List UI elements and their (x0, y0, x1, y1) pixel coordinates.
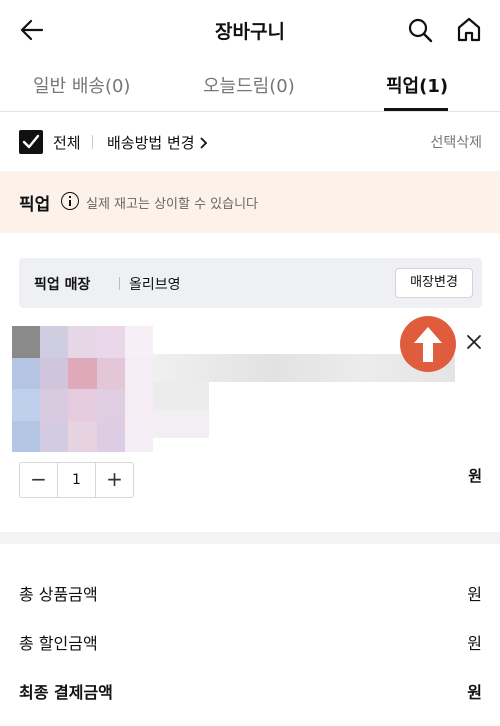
home-icon[interactable] (455, 15, 483, 43)
section-divider (0, 532, 500, 544)
close-icon[interactable] (465, 333, 483, 351)
delete-selected-button[interactable]: 선택삭제 (430, 132, 482, 152)
pickup-store-box: 픽업 매장 올리브영 매장변경 (19, 258, 482, 308)
select-all-label[interactable]: 전체 (53, 132, 81, 153)
total-discount-value: 원 (467, 634, 482, 653)
total-discount-label: 총 할인금액 (19, 634, 98, 653)
quantity-value[interactable]: 1 (58, 463, 95, 497)
pickup-store-label: 픽업 매장 (34, 277, 91, 293)
total-product-value: 원 (467, 585, 482, 604)
tab-today-delivery[interactable]: 오늘드림(0) (203, 72, 295, 98)
check-icon (22, 134, 40, 149)
change-store-button[interactable]: 매장변경 (395, 268, 473, 298)
pickup-notice-text: 실제 재고는 상이할 수 있습니다 (86, 197, 259, 212)
tab-standard-delivery[interactable]: 일반 배송(0) (33, 72, 130, 98)
final-payment-row: 최종 결제금액 원 (0, 679, 500, 709)
active-tab-indicator (384, 108, 448, 111)
increase-quantity-button[interactable]: + (95, 463, 133, 497)
chevron-right-icon[interactable] (199, 135, 209, 154)
total-discount-row: 총 할인금액 원 (0, 630, 500, 660)
divider (92, 135, 93, 149)
final-payment-label: 최종 결제금액 (19, 683, 113, 702)
select-all-checkbox[interactable] (19, 130, 43, 154)
app-header: 장바구니 (0, 0, 500, 60)
shipping-method-change-link[interactable]: 배송방법 변경 (107, 132, 195, 153)
quantity-stepper: − 1 + (19, 462, 134, 498)
tab-pickup[interactable]: 픽업(1) (386, 72, 448, 98)
delivery-tabs: 일반 배송(0) 오늘드림(0) 픽업(1) (0, 60, 500, 112)
info-icon[interactable] (61, 192, 79, 210)
pickup-notice-title: 픽업 (19, 195, 51, 215)
search-icon[interactable] (406, 16, 434, 44)
arrow-up-icon[interactable] (400, 316, 456, 372)
decrease-quantity-button[interactable]: − (20, 463, 58, 497)
select-bar: 전체 배송방법 변경 선택삭제 (0, 113, 500, 171)
total-product-label: 총 상품금액 (19, 585, 98, 604)
product-price: 원 (468, 467, 482, 485)
final-payment-value: 원 (467, 683, 482, 702)
divider (119, 277, 120, 290)
total-product-row: 총 상품금액 원 (0, 581, 500, 611)
product-option-blurred (153, 411, 209, 438)
product-option-blurred (153, 382, 209, 411)
pickup-store-name: 올리브영 (129, 277, 181, 293)
pickup-notice: 픽업 실제 재고는 상이할 수 있습니다 (0, 171, 500, 233)
product-thumbnail[interactable] (12, 326, 153, 452)
